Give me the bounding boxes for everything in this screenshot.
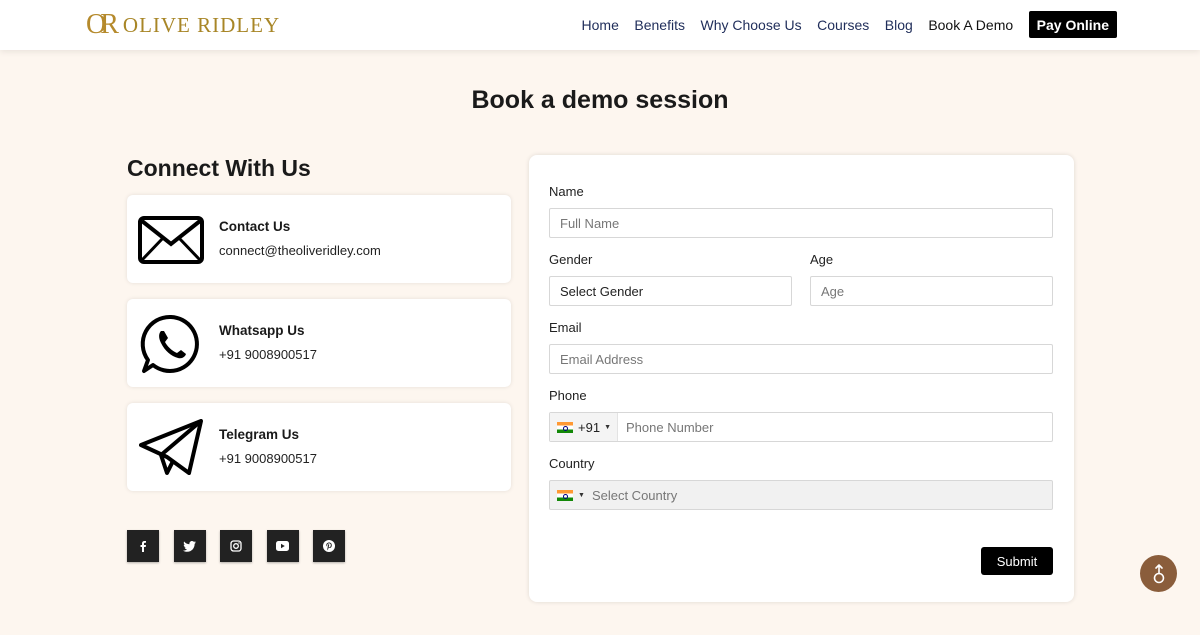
country-placeholder: Select Country [591,487,678,503]
name-label: Name [549,184,584,199]
nav-blog[interactable]: Blog [885,17,913,33]
scroll-to-top-button[interactable] [1140,555,1177,592]
telegram-icon [138,417,204,479]
caret-down-icon: ▼ [604,423,611,431]
caret-down-icon: ▼ [578,491,585,499]
logo-text: OLIVE RIDLEY [122,12,281,37]
email-label: Email [549,320,582,335]
phone-input[interactable]: +91 ▼ Phone Number [549,412,1053,442]
demo-booking-form: Name Full Name Gender Select Gender Age … [529,155,1074,602]
youtube-icon[interactable] [266,530,299,562]
card-title: Whatsapp Us [219,323,305,338]
whatsapp-icon [138,313,204,375]
card-title: Contact Us [219,219,291,234]
envelope-icon [138,209,204,271]
nav-home[interactable]: Home [582,17,619,33]
country-label: Country [549,456,595,471]
whatsapp-number[interactable]: +91 9008900517 [219,347,317,362]
email-link[interactable]: connect@theoliveridley.com [219,243,381,258]
nav-why-choose-us[interactable]: Why Choose Us [700,17,801,33]
contact-card-email[interactable]: Contact Us connect@theoliveridley.com [127,195,511,283]
dial-code: +91 [578,419,601,435]
facebook-icon[interactable] [127,530,159,562]
gender-selected-value: Select Gender [560,283,644,299]
instagram-icon[interactable] [220,530,252,562]
social-links [127,530,360,562]
contact-card-telegram[interactable]: Telegram Us +91 9008900517 [127,403,511,491]
email-input[interactable]: Email Address [549,344,1053,374]
page-title: Book a demo session [471,86,729,114]
arrow-up-icon [1153,563,1164,583]
telegram-number[interactable]: +91 9008900517 [219,451,317,466]
twitter-icon[interactable] [173,530,206,562]
card-title: Telegram Us [219,427,300,442]
main-nav: Home Benefits Why Choose Us Courses Blog… [582,11,1117,38]
contact-card-whatsapp[interactable]: Whatsapp Us +91 9008900517 [127,299,511,387]
brand-logo[interactable]: OR OLIVE RIDLEY [86,10,280,40]
top-navbar: OR OLIVE RIDLEY Home Benefits Why Choose… [0,0,1200,50]
nav-benefits[interactable]: Benefits [634,17,685,33]
age-placeholder: Age [821,283,845,299]
logo-mark: OR [86,9,119,40]
age-input[interactable]: Age [810,276,1053,306]
gender-label: Gender [549,252,593,267]
nav-courses[interactable]: Courses [817,17,869,33]
india-flag-icon [557,489,573,501]
submit-button[interactable]: Submit [981,547,1053,575]
india-flag-icon [557,421,573,433]
full-name-placeholder: Full Name [560,215,620,231]
pay-online-button[interactable]: Pay Online [1028,11,1117,38]
country-code-dropdown[interactable]: +91 ▼ [550,413,618,441]
country-select[interactable]: ▼ Select Country [549,480,1053,510]
connect-title: Connect With Us [127,155,311,181]
email-placeholder: Email Address [560,351,644,367]
gender-select[interactable]: Select Gender [549,276,792,306]
pinterest-icon[interactable] [313,530,345,562]
phone-label: Phone [549,388,587,403]
full-name-input[interactable]: Full Name [549,208,1053,238]
phone-placeholder: Phone Number [626,419,714,435]
nav-book-a-demo[interactable]: Book A Demo [928,17,1013,33]
age-label: Age [810,252,834,267]
